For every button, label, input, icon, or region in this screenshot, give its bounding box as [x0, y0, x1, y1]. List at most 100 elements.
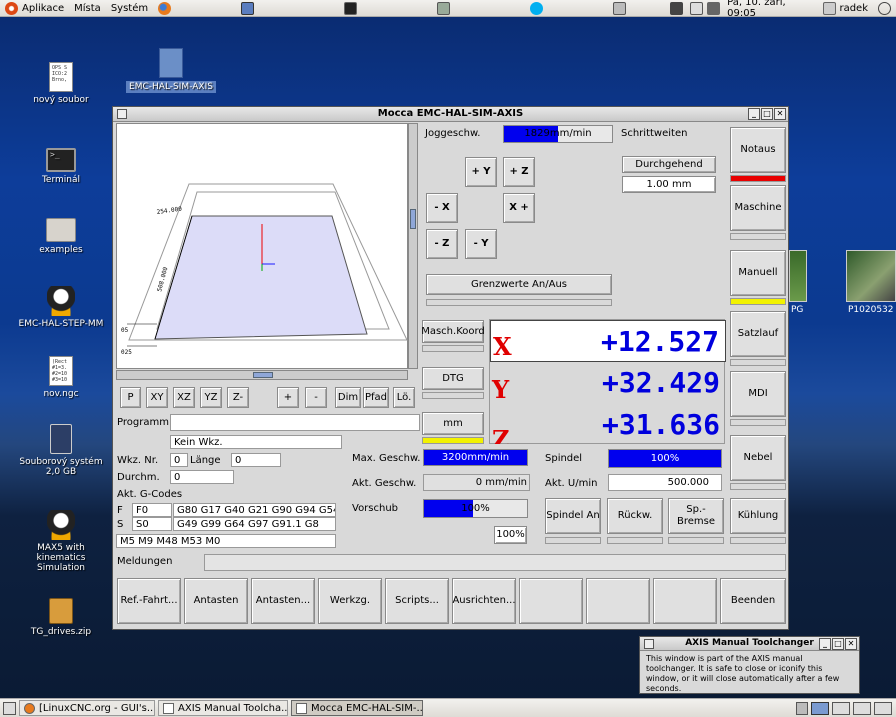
desktop-icon-terminal[interactable]: >_ Terminál [16, 148, 106, 185]
auto-mode-button[interactable]: Satzlauf [730, 311, 786, 357]
power-button[interactable] [873, 1, 896, 15]
dialog-titlebar[interactable]: AXIS Manual Toolchanger _ □ ✕ [640, 637, 859, 651]
desktop-icon-examples[interactable]: examples [16, 218, 106, 255]
empty-button-1[interactable] [519, 578, 583, 624]
monitor-launcher[interactable] [236, 1, 259, 15]
close-icon[interactable]: ✕ [774, 108, 786, 120]
dialog-close-icon[interactable]: ✕ [845, 638, 857, 650]
desktop-image-label: P1020532 [848, 305, 894, 315]
clock-label: Pá, 10. září, 09:05 [727, 0, 786, 19]
scripts-button[interactable]: Scripts... [385, 578, 449, 624]
toolpath-preview[interactable]: 254.000 508.000 05 025 [116, 123, 408, 369]
empty-button-2[interactable] [586, 578, 650, 624]
spindle-on-button[interactable]: Spindel An [545, 498, 601, 534]
zoom-in-button[interactable]: + [277, 387, 299, 408]
desktop-icon-zip[interactable]: TG_drives.zip [16, 598, 106, 637]
spindle-reverse-button[interactable]: Rückw. [607, 498, 663, 534]
window-menu-icon[interactable] [117, 109, 127, 119]
volume-indicator[interactable] [705, 1, 722, 15]
probe-button[interactable]: Antasten [184, 578, 248, 624]
rpm-value: 500.000 [608, 474, 722, 491]
view-p-button[interactable]: P [120, 387, 141, 408]
estop-button[interactable]: Notaus [730, 127, 786, 173]
terminal-launcher[interactable] [339, 1, 362, 15]
calculator-launcher[interactable] [432, 1, 455, 15]
preview-horizontal-scrollbar[interactable] [116, 370, 408, 380]
desktop-icon-emc-step[interactable]: EMC-HAL-STEP-MM [16, 286, 106, 329]
taskbar-item-toolchanger[interactable]: AXIS Manual Toolcha... [158, 700, 288, 716]
unit-button[interactable]: mm [422, 412, 484, 435]
dialog-minimize-icon[interactable]: _ [819, 638, 831, 650]
machine-button[interactable]: Maschine [730, 185, 786, 231]
jog-y-minus-button[interactable]: - Y [465, 229, 497, 259]
align-button[interactable]: Ausrichten... [452, 578, 516, 624]
limits-toggle-button[interactable]: Grenzwerte An/Aus [426, 274, 612, 295]
preview-vertical-scrollbar[interactable] [408, 123, 418, 369]
workspace-1-icon[interactable] [811, 701, 829, 715]
clear-button[interactable]: Lö. [393, 387, 415, 408]
program-field[interactable] [170, 414, 420, 431]
system-menu[interactable]: Systém [106, 3, 153, 14]
taskbar-item-firefox[interactable]: [LinuxCNC.org - GUI's... [19, 700, 155, 716]
step-mode-button[interactable]: Durchgehend [622, 156, 716, 173]
dialog-menu-icon[interactable] [644, 639, 654, 649]
dialog-maximize-icon[interactable]: □ [832, 638, 844, 650]
machine-coord-button[interactable]: Masch.Koord [421, 320, 485, 343]
desktop-image-thumbnail[interactable] [789, 250, 807, 302]
spindle-brake-button[interactable]: Sp.-Bremse [668, 498, 724, 534]
feed-percent-field[interactable]: 100% [494, 526, 527, 544]
firefox-launcher[interactable] [153, 1, 176, 15]
applications-menu[interactable]: Aplikace [0, 1, 69, 15]
skype-launcher[interactable] [525, 1, 548, 15]
zoom-out-button[interactable]: - [305, 387, 327, 408]
dtg-button[interactable]: DTG [422, 367, 484, 390]
view-xz-button[interactable]: XZ [173, 387, 195, 408]
window-titlebar[interactable]: Mocca EMC-HAL-SIM-AXIS _ □ ✕ [113, 107, 788, 122]
desktop-image-thumbnail[interactable] [846, 250, 896, 302]
jog-y-plus-button[interactable]: + Y [465, 157, 497, 187]
mail-indicator[interactable] [688, 1, 705, 15]
workspace-2-icon[interactable] [832, 701, 850, 715]
coolant-button[interactable]: Kühlung [730, 498, 786, 534]
desktop-icon-ngc[interactable]: (Rect #1=3. #2=10 #3=10 nov.ngc [16, 356, 106, 399]
view-yz-button[interactable]: YZ [200, 387, 222, 408]
view-xy-button[interactable]: XY [146, 387, 168, 408]
mdi-mode-button[interactable]: MDI [730, 371, 786, 417]
trash-icon[interactable] [796, 701, 808, 715]
workspace-3-icon[interactable] [853, 701, 871, 715]
dimensions-button[interactable]: Dim [335, 387, 361, 408]
desktop-icon-filesystem[interactable]: Souborový systém 2,0 GB [16, 424, 106, 477]
places-menu[interactable]: Místa [69, 3, 106, 14]
view-z-button[interactable]: Z- [227, 387, 249, 408]
screenshot-launcher[interactable] [665, 1, 688, 15]
reference-button[interactable]: Ref.-Fahrt... [117, 578, 181, 624]
manual-mode-button[interactable]: Manuell [730, 250, 786, 296]
path-button[interactable]: Pfad [363, 387, 389, 408]
minimize-icon[interactable]: _ [748, 108, 760, 120]
files-launcher[interactable] [608, 1, 631, 15]
mist-button[interactable]: Nebel [730, 435, 786, 481]
jog-speed-bar[interactable]: 1829mm/min [503, 125, 613, 143]
taskbar-item-axis[interactable]: Mocca EMC-HAL-SIM-... [291, 700, 423, 716]
jog-z-minus-button[interactable]: - Z [426, 229, 458, 259]
tools-button[interactable]: Werkzg. [318, 578, 382, 624]
step-size-button[interactable]: 1.00 mm [622, 176, 716, 193]
max-speed-bar[interactable]: 3200mm/min [423, 449, 528, 466]
clock[interactable]: Pá, 10. září, 09:05 [722, 0, 818, 19]
jog-x-plus-button[interactable]: X + [503, 193, 535, 223]
jog-z-plus-button[interactable]: + Z [503, 157, 535, 187]
spindle-override-bar[interactable]: 100% [608, 449, 722, 468]
probe-menu-button[interactable]: Antasten... [251, 578, 315, 624]
workspace-4-icon[interactable] [874, 701, 892, 715]
feed-override-bar[interactable]: 100% [423, 499, 528, 518]
maximize-icon[interactable]: □ [761, 108, 773, 120]
preview-canvas: 254.000 508.000 05 025 [121, 183, 408, 356]
exit-button[interactable]: Beenden [720, 578, 786, 624]
desktop-icon-new-file[interactable]: OPS S ICO:2 Brno, nový soubor [16, 62, 106, 105]
desktop-icon-emc-sim[interactable]: EMC-HAL-SIM-AXIS [126, 48, 216, 93]
empty-button-3[interactable] [653, 578, 717, 624]
desktop-icon-max5[interactable]: MAX5 with kinematics Simulation [16, 510, 106, 573]
user-menu[interactable]: radek [818, 1, 873, 15]
jog-x-minus-button[interactable]: - X [426, 193, 458, 223]
show-desktop-icon[interactable] [3, 701, 16, 715]
